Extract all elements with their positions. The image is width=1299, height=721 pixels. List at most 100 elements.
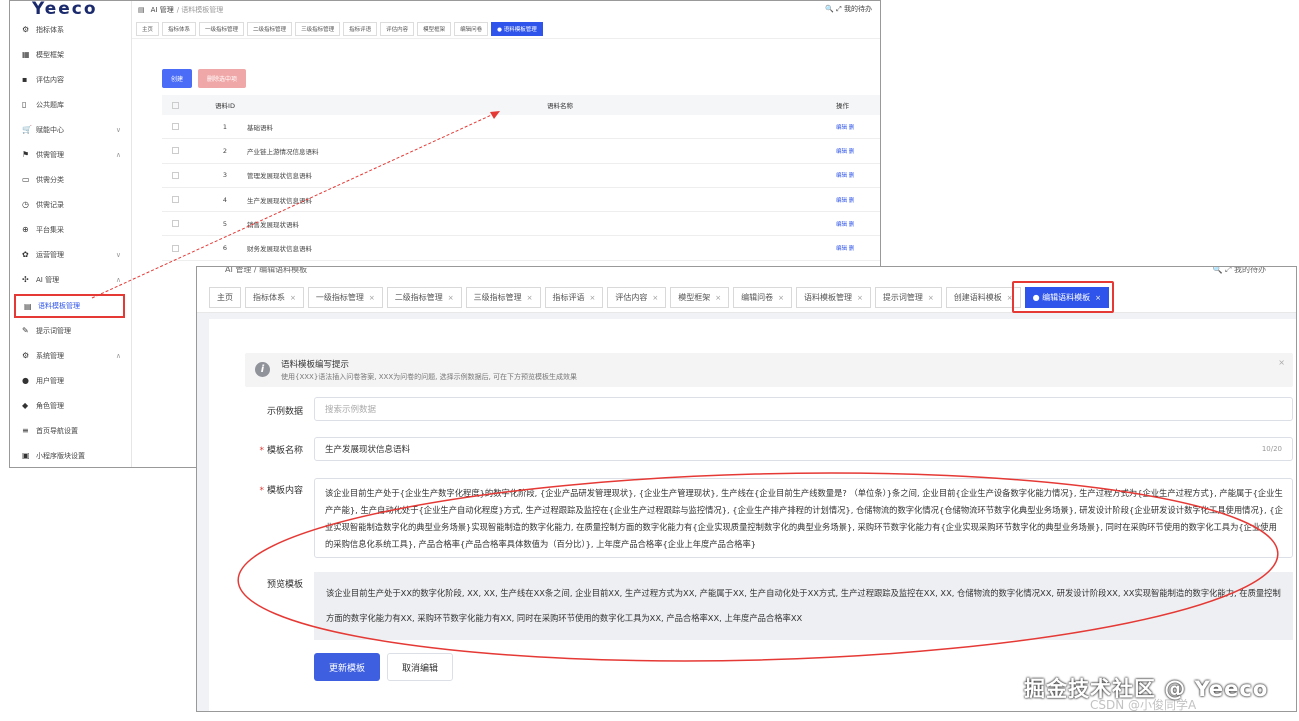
tab-label: 编辑问卷 <box>741 293 774 302</box>
sidebar-item[interactable]: ▯ 公共题库 <box>10 92 131 117</box>
delete-link[interactable]: 删 <box>849 173 855 179</box>
sidebar-item[interactable]: ▦ 模型框架 <box>10 42 131 67</box>
sidebar-item[interactable]: ▤ 语料模板管理 <box>14 294 125 318</box>
delete-selected-button[interactable]: 删除选中项 <box>198 69 247 88</box>
sidebar-item[interactable]: ≡ 首页导航设置 <box>10 418 131 443</box>
sidebar-item[interactable]: ⚙ 指标体系 <box>10 17 131 42</box>
delete-link[interactable]: 删 <box>849 125 855 131</box>
close-icon[interactable]: × <box>652 294 658 302</box>
fullscreen-icon[interactable]: ⤢ <box>836 5 842 13</box>
table-row[interactable]: 6 财务发展现状信息语料 编辑 删 <box>162 236 880 261</box>
tab[interactable]: 提示词管理 × <box>874 287 942 308</box>
delete-link[interactable]: 删 <box>849 246 855 252</box>
close-icon[interactable]: × <box>448 294 454 302</box>
table-row[interactable]: 1 基础语料 编辑 删 <box>162 115 880 140</box>
sidebar-item-label: 提示词管理 <box>36 326 71 335</box>
create-button[interactable]: 创建 <box>162 69 193 88</box>
hint-description: 使用{XXX}语法插入问卷答案, XXX为问卷的问题, 选择示例数据后, 可在下… <box>281 373 578 381</box>
template-name-input[interactable]: 生产发展现状信息语料 10/20 <box>314 437 1293 461</box>
search-icon[interactable]: 🔍 <box>1213 267 1223 274</box>
select-all-checkbox[interactable] <box>172 101 179 109</box>
tab[interactable]: 创建语料模板 × <box>945 287 1021 308</box>
close-icon[interactable]: × <box>590 294 596 302</box>
tab[interactable]: 一级指标管理 <box>199 21 245 36</box>
corpus-table: 语料ID 语料名称 操作 1 基础语料 编辑 删 2 产业链上游情况信息语料 编辑 删3管… <box>162 95 880 261</box>
edit-link[interactable]: 编辑 <box>836 149 847 155</box>
tab[interactable]: 二级指标管理 × <box>386 287 462 308</box>
delete-link[interactable]: 删 <box>849 198 855 204</box>
tab[interactable]: 模型框架 × <box>670 287 730 308</box>
template-content-textarea[interactable]: 该企业目前生产处于{企业生产数字化程度}的数字化阶段, {企业产品研发管理现状}… <box>314 478 1293 558</box>
edit-link[interactable]: 编辑 <box>836 173 847 179</box>
row-checkbox[interactable] <box>172 196 179 204</box>
chevron-icon: ∨ <box>115 125 121 134</box>
cancel-edit-button[interactable]: 取消编辑 <box>387 653 453 681</box>
row-checkbox[interactable] <box>172 147 179 155</box>
tab[interactable]: 评估内容 × <box>607 287 667 308</box>
sidebar-item[interactable]: ● 用户管理 <box>10 368 131 393</box>
table-row[interactable]: 3 管理发展现状信息语料 编辑 删 <box>162 164 880 188</box>
tab[interactable]: 指标体系 <box>162 21 197 36</box>
table-row[interactable]: 2 产业链上游情况信息语料 编辑 删 <box>162 139 880 164</box>
tab[interactable]: ● 语料模板管理 <box>491 21 543 36</box>
close-icon[interactable]: × <box>857 294 863 302</box>
edit-link[interactable]: 编辑 <box>836 246 847 252</box>
fullscreen-icon[interactable]: ⤢ <box>1225 267 1231 274</box>
tab[interactable]: 主页 <box>136 21 160 36</box>
edit-link[interactable]: 编辑 <box>836 198 847 204</box>
sidebar-item[interactable]: ⊕ 平台集采 <box>10 217 131 242</box>
todo-link[interactable]: 我的待办 <box>1234 267 1266 274</box>
tab[interactable]: 模型框架 <box>417 21 452 36</box>
search-icon[interactable]: 🔍 <box>825 5 834 13</box>
close-icon[interactable]: × <box>778 294 784 302</box>
name-label-text: 模板名称 <box>266 446 303 456</box>
tab[interactable]: 指标评语 × <box>544 287 604 308</box>
example-search-input[interactable]: 搜索示例数据 <box>314 397 1293 421</box>
sidebar-item[interactable]: ✎ 提示词管理 <box>10 318 131 343</box>
todo-link[interactable]: 我的待办 <box>844 5 872 13</box>
tab[interactable]: 指标体系 × <box>245 287 304 308</box>
menu-icon[interactable]: ▤ <box>138 6 145 14</box>
watermark-sub: CSDN @小俊同学A <box>1090 698 1197 712</box>
row-checkbox[interactable] <box>172 244 179 252</box>
sidebar-item[interactable]: ⚑ 供需管理 ∧ <box>10 142 131 167</box>
update-template-button[interactable]: 更新模板 <box>314 653 380 681</box>
close-icon[interactable]: × <box>369 294 375 302</box>
sidebar-item[interactable]: ▣ 小程序版块设置 <box>10 443 131 467</box>
tab-label: 指标体系 <box>253 293 285 302</box>
tab[interactable]: 三级指标管理 <box>295 21 341 36</box>
tab[interactable]: 三级指标管理 × <box>465 287 541 308</box>
delete-link[interactable]: 删 <box>849 149 855 155</box>
tab[interactable]: 二级指标管理 <box>247 21 293 36</box>
close-icon[interactable]: × <box>290 294 296 302</box>
chat-icon: ▪ <box>22 75 28 84</box>
tab[interactable]: 评估内容 <box>380 21 415 36</box>
sidebar-item[interactable]: ▪ 评估内容 <box>10 67 131 92</box>
close-icon[interactable]: × <box>928 294 934 302</box>
role-icon: ◆ <box>22 401 29 410</box>
edit-link[interactable]: 编辑 <box>836 125 847 131</box>
table-row[interactable]: 5 销售发展现状语料 编辑 删 <box>162 212 880 237</box>
sidebar-item[interactable]: ⚙ 系统管理 ∧ <box>10 343 131 368</box>
sidebar-item[interactable]: ✿ 运营管理 ∨ <box>10 242 131 267</box>
tab[interactable]: 主页 <box>209 287 241 308</box>
close-icon[interactable]: × <box>1278 358 1285 367</box>
row-checkbox[interactable] <box>172 171 179 179</box>
row-checkbox[interactable] <box>172 123 179 131</box>
sidebar-item[interactable]: 🛒 赋能中心 ∨ <box>10 117 131 142</box>
tab[interactable]: 一级指标管理 × <box>307 287 383 308</box>
row-checkbox[interactable] <box>172 220 179 228</box>
table-row[interactable]: 4 生产发展现状信息语料 编辑 删 <box>162 188 880 213</box>
sidebar-item[interactable]: ◆ 角色管理 <box>10 393 131 418</box>
edit-link[interactable]: 编辑 <box>836 222 847 228</box>
close-icon[interactable]: × <box>527 294 533 302</box>
sidebar-item[interactable]: ✣ AI 管理 ∧ <box>10 267 131 292</box>
sidebar-item[interactable]: ◷ 供需记录 <box>10 192 131 217</box>
tab[interactable]: 语料模板管理 × <box>796 287 871 308</box>
close-icon[interactable]: × <box>715 294 721 302</box>
delete-link[interactable]: 删 <box>849 222 855 228</box>
tab[interactable]: 指标评语 <box>343 21 378 36</box>
sidebar-item[interactable]: ▭ 供需分类 <box>10 167 131 192</box>
tab[interactable]: 编辑问卷 <box>454 21 489 36</box>
tab[interactable]: 编辑问卷 × <box>733 287 792 308</box>
